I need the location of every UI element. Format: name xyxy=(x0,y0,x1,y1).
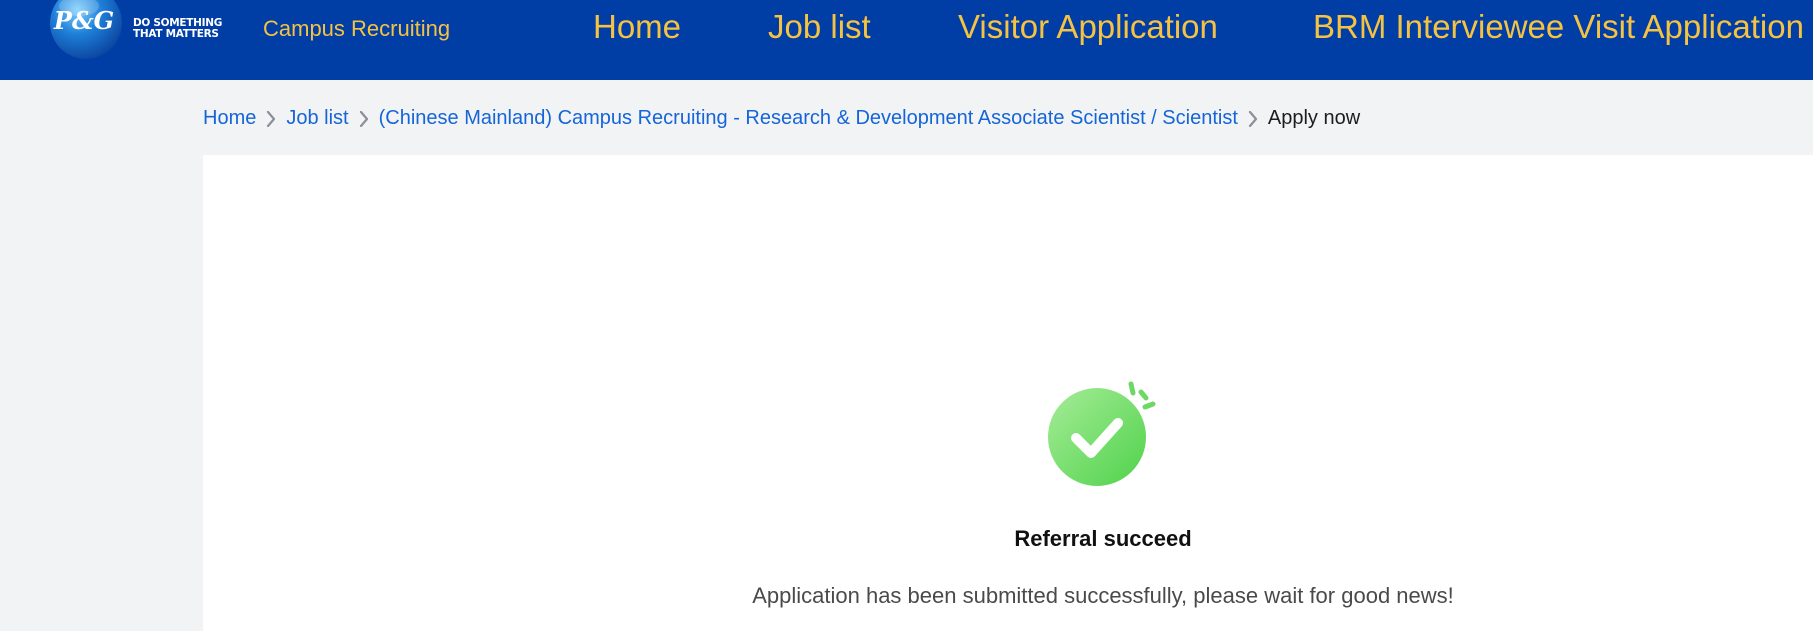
site-title[interactable]: Campus Recruiting xyxy=(263,16,450,42)
top-navigation-bar: P&G DO SOMETHING THAT MATTERS Campus Rec… xyxy=(0,0,1813,80)
brand-tagline: DO SOMETHING THAT MATTERS xyxy=(133,17,223,40)
breadcrumb-current-apply-now: Apply now xyxy=(1267,106,1361,129)
chevron-right-icon xyxy=(1238,104,1268,132)
check-circle-icon xyxy=(1048,381,1156,486)
pg-logo[interactable]: P&G xyxy=(49,0,123,66)
breadcrumb: Home Job list (Chinese Mainland) Campus … xyxy=(203,104,1360,132)
result-card xyxy=(203,155,1813,631)
chevron-right-icon xyxy=(256,104,286,132)
breadcrumb-home[interactable]: Home xyxy=(203,107,256,130)
breadcrumb-job-list[interactable]: Job list xyxy=(286,107,348,130)
chevron-right-icon xyxy=(349,104,379,132)
breadcrumb-job-title[interactable]: (Chinese Mainland) Campus Recruiting - R… xyxy=(379,107,1238,130)
nav-visitor-application[interactable]: Visitor Application xyxy=(958,8,1218,46)
result-message: Application has been submitted successfu… xyxy=(752,583,1454,608)
result-title: Referral succeed xyxy=(1014,526,1192,551)
pg-logo-text: P&G xyxy=(53,6,114,35)
nav-home[interactable]: Home xyxy=(593,8,681,46)
nav-brm-interviewee-visit-application[interactable]: BRM Interviewee Visit Application xyxy=(1313,8,1804,46)
nav-job-list[interactable]: Job list xyxy=(768,8,871,46)
